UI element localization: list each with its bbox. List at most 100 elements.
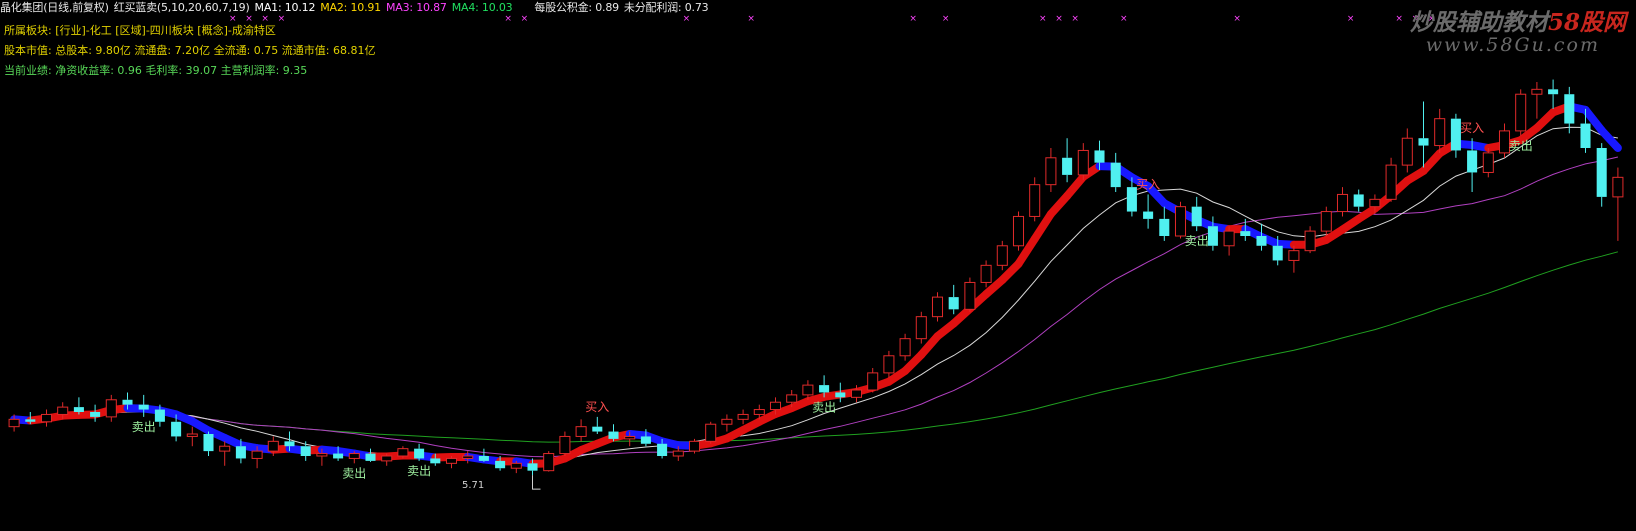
- candle-down-body: [414, 448, 425, 459]
- sell-signal-label: 卖出: [1509, 139, 1533, 153]
- candle-up-body: [899, 338, 911, 357]
- candle-up-body: [883, 355, 895, 374]
- candle-up-body: [769, 401, 782, 411]
- candle-down-body: [122, 399, 133, 405]
- sell-trend-segment: [1597, 126, 1622, 152]
- buy-signal-label: 买入: [585, 400, 609, 414]
- candle-down-body: [1564, 94, 1575, 124]
- candle-down-body: [73, 407, 84, 412]
- sell-signal-label: 卖出: [407, 464, 431, 478]
- candle-up-body: [1012, 215, 1025, 247]
- watermark-title-red: 58股网: [1547, 9, 1626, 36]
- watermark-title: 炒股辅助教材58股网: [1410, 3, 1626, 37]
- chart-header: 晶化集团(日线,前复权) 红买蓝卖(5,10,20,60,7,19) MA1: 10…: [0, 0, 713, 16]
- candle-down-body: [835, 392, 846, 398]
- buy-signal-label: 买入: [1460, 121, 1484, 135]
- candle-down-body: [608, 431, 619, 439]
- candle-down-body: [365, 453, 376, 461]
- candle-down-body: [1272, 245, 1283, 261]
- candle-up-body: [462, 455, 474, 459]
- candle-up-body: [575, 426, 587, 437]
- candle-up-body: [186, 433, 198, 437]
- candle-up-body: [850, 389, 863, 398]
- candle-down-body: [1207, 226, 1218, 246]
- candle-down-body: [1256, 236, 1267, 246]
- candle-up-body: [1223, 230, 1235, 247]
- candle-down-body: [819, 385, 830, 393]
- top-signal-mark: ×: [1120, 14, 1128, 24]
- kline-chart[interactable]: 卖出卖出 卖出买入 卖出买入卖出买入卖出× × × × × × × × × × × × × × × × × × ×: [0, 0, 1636, 531]
- candle-down-body: [1596, 148, 1607, 197]
- buy-signal-label: 买入: [1136, 177, 1160, 191]
- candle-down-body: [90, 412, 101, 417]
- candle-up-body: [397, 448, 409, 457]
- performance-line: 当前业绩: 净资收益率: 0.96 毛利率: 39.07 主营利润率: 9.35: [4, 63, 307, 79]
- candle-down-body: [203, 434, 214, 452]
- stock-title[interactable]: 晶化集团(日线,前复权): [0, 1, 109, 14]
- candle-down-body: [640, 436, 651, 444]
- ma4-value: MA4: 10.03: [451, 1, 513, 14]
- candle-up-body: [316, 453, 328, 457]
- candle-up-body: [105, 399, 117, 418]
- candle-up-body: [8, 418, 20, 428]
- candle-up-body: [348, 453, 360, 459]
- candle-up-body: [867, 372, 879, 391]
- candle-down-body: [154, 409, 165, 422]
- candle-up-body: [996, 245, 1008, 266]
- candle-up-body: [964, 281, 976, 310]
- candle-up-body: [1077, 149, 1089, 176]
- top-signal-mark: ×: [1055, 14, 1063, 24]
- sector-line: 所属板块: [行业]-化工 [区域]-四川板块 [概念]-成渝特区: [4, 23, 276, 39]
- capital-text: 股本市值: 总股本: 9.80亿 流通盘: 7.20亿 全流通: 0.75 流通…: [4, 44, 376, 57]
- low-price-pointer: [532, 475, 541, 490]
- candle-up-body: [1174, 206, 1187, 237]
- candle-up-body: [705, 423, 717, 442]
- candle-up-body: [786, 394, 798, 403]
- candle-down-body: [478, 456, 489, 461]
- candle-down-body: [25, 419, 36, 422]
- candle-up-body: [802, 384, 814, 396]
- candle-down-body: [1159, 218, 1170, 236]
- candle-up-body: [931, 296, 944, 318]
- candle-down-body: [300, 446, 311, 456]
- candle-up-body: [1482, 152, 1494, 173]
- undistributed-profit: 未分配利润: 0.73: [623, 1, 709, 14]
- ma3-value: MA3: 10.87: [385, 1, 447, 14]
- buy-trend-segment: [1030, 210, 1055, 243]
- candle-up-body: [40, 413, 53, 423]
- candle-up-body: [753, 409, 765, 415]
- sell-signal-label: 卖出: [1185, 234, 1209, 248]
- candle-up-body: [624, 435, 636, 440]
- candle-down-body: [1418, 138, 1429, 146]
- top-signal-mark: ×: [747, 14, 755, 24]
- candle-up-body: [1029, 184, 1041, 217]
- candle-up-body: [219, 445, 231, 452]
- candle-down-body: [138, 404, 149, 410]
- watermark-title-grey: 炒股辅助教材: [1409, 9, 1548, 36]
- candle-up-body: [1288, 250, 1300, 261]
- candle-down-body: [430, 458, 441, 464]
- watermark-url: www.58Gu.com: [1425, 34, 1600, 56]
- sector-text: 所属板块: [行业]-化工 [区域]-四川板块 [概念]-成渝特区: [4, 24, 276, 37]
- candle-down-body: [1548, 89, 1559, 95]
- top-signal-mark: ×: [942, 14, 950, 24]
- candle-up-body: [1045, 157, 1057, 186]
- sell-signal-label: 卖出: [132, 420, 156, 434]
- candle-down-body: [1110, 162, 1121, 188]
- signal-markers: 卖出卖出 卖出买入 卖出买入卖出买入卖出× × × × × × × × × × × × × × × × × × ×: [132, 14, 1533, 490]
- candle-up-body: [1515, 93, 1527, 132]
- top-signal-mark: ×: [1347, 14, 1355, 24]
- candle-down-body: [948, 297, 959, 310]
- candle-up-body: [1434, 118, 1446, 147]
- top-signal-mark: ×: [1395, 14, 1403, 24]
- candle-up-body: [672, 450, 684, 457]
- candle-up-body: [1401, 137, 1413, 166]
- indicator-name: 红买蓝卖(5,10,20,60,7,19): [113, 1, 250, 14]
- top-signal-mark: ×: [1071, 14, 1079, 24]
- sell-signal-label: 卖出: [342, 466, 366, 480]
- candle-up-body: [267, 440, 279, 452]
- candle-up-body: [1369, 198, 1381, 208]
- candle-up-body: [915, 316, 927, 340]
- candle-down-body: [1143, 211, 1154, 219]
- candle-up-body: [1612, 176, 1624, 198]
